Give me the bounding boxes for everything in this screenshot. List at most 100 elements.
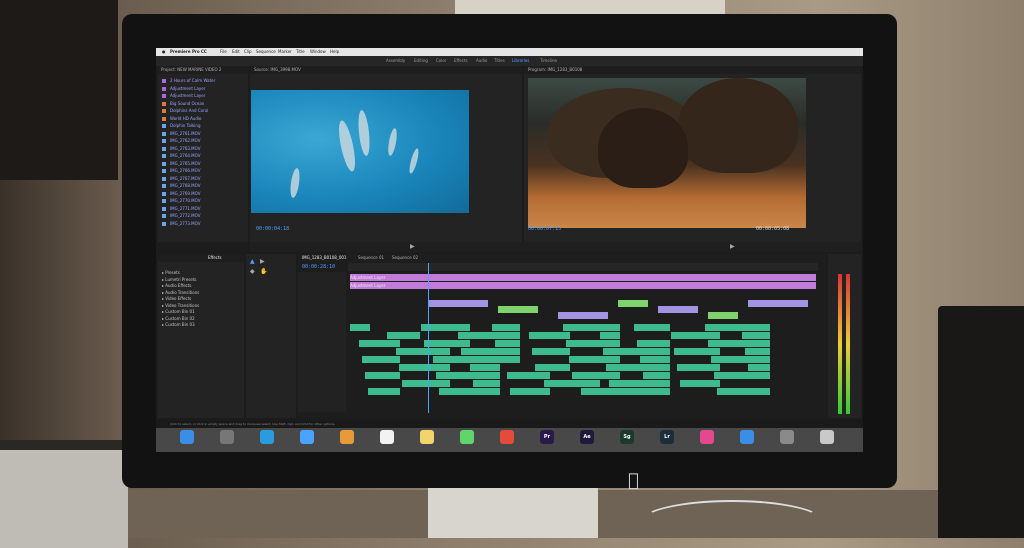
timeline-clip[interactable]: [708, 340, 770, 347]
timeline-clip[interactable]: [362, 356, 400, 363]
project-item[interactable]: IMG_2773.MOV: [162, 221, 200, 227]
timeline-clip[interactable]: [603, 348, 670, 355]
timeline-clip[interactable]: [396, 348, 450, 355]
photos-icon[interactable]: [340, 430, 354, 444]
workspace-color[interactable]: Color: [436, 56, 446, 66]
timeline-clip[interactable]: [748, 300, 808, 307]
messages-icon[interactable]: [460, 430, 474, 444]
workspace-audio[interactable]: Audio: [476, 56, 487, 66]
timeline-clip[interactable]: [640, 356, 670, 363]
menu-clip[interactable]: Clip: [244, 48, 252, 56]
hand-tool-icon[interactable]: ✋: [260, 268, 267, 275]
timeline-clip[interactable]: [572, 372, 620, 379]
timeline-clip[interactable]: [458, 332, 520, 339]
time-ruler[interactable]: [348, 263, 818, 271]
finder-icon[interactable]: [180, 430, 194, 444]
timeline-clip[interactable]: [618, 300, 648, 307]
project-item[interactable]: Big Sound Ocean: [162, 101, 204, 107]
timeline-clip[interactable]: [492, 324, 520, 331]
effects-folder[interactable]: ▸ Presets: [162, 270, 180, 276]
effects-folder[interactable]: ▸ Lumetri Presets: [162, 277, 196, 283]
project-item[interactable]: IMG_2762.MOV: [162, 138, 200, 144]
selection-tool-icon[interactable]: ▲: [250, 258, 255, 265]
timeline-clip[interactable]: [671, 332, 720, 339]
settings-icon[interactable]: [780, 430, 794, 444]
project-item[interactable]: IMG_2769.MOV: [162, 191, 200, 197]
project-item[interactable]: Dolphin Talking: [162, 123, 200, 129]
timeline-clip[interactable]: [637, 340, 670, 347]
timeline-clip[interactable]: [742, 332, 770, 339]
project-item[interactable]: Adjustment Layer: [162, 86, 205, 92]
timeline-clip[interactable]: [634, 324, 670, 331]
source-tab[interactable]: Source: IMG_3998.MOV: [254, 66, 301, 74]
project-item[interactable]: Dolphins And Coral: [162, 108, 208, 114]
program-tab[interactable]: Program: IMG_1283_B0108: [528, 66, 582, 74]
menu-title[interactable]: Title: [296, 48, 305, 56]
workspace-libraries[interactable]: Libraries: [512, 56, 529, 66]
timeline-clip[interactable]: [705, 324, 770, 331]
notes-icon[interactable]: [420, 430, 434, 444]
timeline-clip[interactable]: [507, 372, 550, 379]
timeline-clip[interactable]: [677, 364, 720, 371]
project-item[interactable]: IMG_2768.MOV: [162, 183, 200, 189]
mail-icon[interactable]: [300, 430, 314, 444]
after-effects-icon[interactable]: Ae: [580, 430, 594, 444]
timeline-tab-2[interactable]: Sequence 01: [358, 254, 384, 262]
project-item[interactable]: World HD Audio: [162, 116, 201, 122]
timeline-clip[interactable]: [359, 340, 400, 347]
timeline-clip[interactable]: [581, 388, 650, 395]
apple-menu-icon[interactable]: ●: [162, 48, 166, 56]
effects-folder[interactable]: ▸ Custom Bin 02: [162, 316, 195, 322]
menu-edit[interactable]: Edit: [232, 48, 240, 56]
timeline-clip[interactable]: [473, 380, 500, 387]
itunes-icon[interactable]: [700, 430, 714, 444]
menu-sequence[interactable]: Sequence: [256, 48, 276, 56]
playhead[interactable]: [428, 263, 429, 413]
timeline-clip[interactable]: [748, 364, 770, 371]
chrome-icon[interactable]: [500, 430, 514, 444]
timeline-clip[interactable]: [609, 380, 670, 387]
workspace-assembly[interactable]: Assembly: [386, 56, 405, 66]
menu-window[interactable]: Window: [310, 48, 326, 56]
timeline-clip[interactable]: [461, 348, 520, 355]
timeline-clip[interactable]: [600, 332, 620, 339]
timeline-clip[interactable]: [569, 356, 620, 363]
workspace-titles[interactable]: Titles: [494, 56, 505, 66]
timeline-clip[interactable]: [745, 348, 770, 355]
timeline-clip[interactable]: [558, 312, 608, 319]
timeline-clip[interactable]: [563, 324, 620, 331]
trash-icon[interactable]: [820, 430, 834, 444]
project-panel-title[interactable]: Project: NEW MARINE VIDEO 2: [161, 66, 221, 74]
project-item[interactable]: IMG_2770.MOV: [162, 198, 200, 204]
timeline-clip[interactable]: [368, 388, 400, 395]
effects-folder[interactable]: ▸ Video Effects: [162, 296, 191, 302]
menu-help[interactable]: Help: [330, 48, 339, 56]
timeline-clip[interactable]: Adjustment Layer: [350, 282, 816, 289]
timeline-clip[interactable]: [680, 380, 720, 387]
timeline-clip[interactable]: [439, 388, 500, 395]
app-menu[interactable]: Premiere Pro CC: [170, 48, 207, 56]
project-item[interactable]: 2 Hours of Calm Water: [162, 78, 215, 84]
workspace-effects[interactable]: Effects: [454, 56, 468, 66]
project-item[interactable]: IMG_2772.MOV: [162, 213, 200, 219]
effects-folder[interactable]: ▸ Custom Bin 01: [162, 309, 195, 315]
timeline-clip[interactable]: [495, 340, 520, 347]
timeline-clip[interactable]: [428, 300, 488, 307]
timeline-clip[interactable]: Adjustment Layer: [350, 274, 816, 281]
effects-folder[interactable]: ▸ Video Transitions: [162, 303, 199, 309]
razor-tool-icon[interactable]: ◆: [250, 268, 255, 275]
timeline-clip[interactable]: [510, 388, 550, 395]
speedgrade-icon[interactable]: Sg: [620, 430, 634, 444]
project-item[interactable]: IMG_2764.MOV: [162, 153, 200, 159]
track-select-tool-icon[interactable]: ▶: [260, 258, 265, 265]
timeline-clip[interactable]: [529, 332, 570, 339]
workspace-timeline[interactable]: Timeline: [540, 56, 557, 66]
timeline-clip[interactable]: [365, 372, 400, 379]
timeline-clip[interactable]: [544, 380, 600, 387]
premiere-icon[interactable]: Pr: [540, 430, 554, 444]
timeline-clip[interactable]: [606, 364, 670, 371]
timeline-clip[interactable]: [714, 372, 770, 379]
project-item[interactable]: Adjustment Layer: [162, 93, 205, 99]
timeline-clip[interactable]: [498, 356, 520, 363]
timeline-clip[interactable]: [643, 372, 670, 379]
